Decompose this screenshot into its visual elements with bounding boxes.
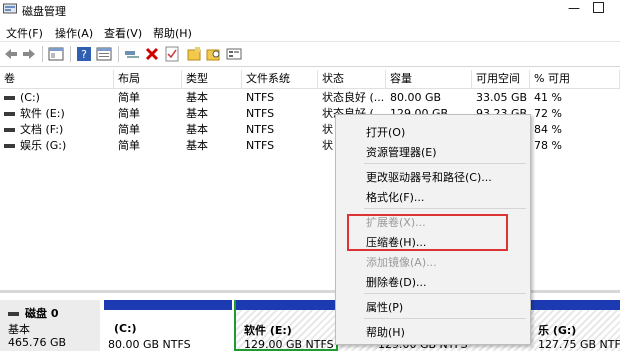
menu-help[interactable]: 帮助(H)	[153, 25, 192, 41]
toolbar-separator	[70, 46, 71, 62]
disk-list-icon[interactable]	[226, 46, 242, 62]
layout-value: 简单	[118, 123, 140, 136]
menu-separator	[364, 208, 526, 209]
menu-separator	[364, 163, 526, 164]
partition-size: 129.00 GB NTFS	[244, 338, 334, 351]
partition-bar	[236, 300, 336, 310]
disk-title-text: 磁盘 0	[25, 307, 59, 320]
partition-name: 乐 (G:)	[538, 324, 577, 337]
menu-item-help[interactable]: 帮助(H)	[366, 324, 405, 340]
col-filesystem[interactable]: 文件系统	[242, 70, 318, 88]
type-value: 基本	[186, 123, 208, 136]
menu-bar: 文件(F) 操作(A) 查看(V) 帮助(H)	[0, 22, 620, 40]
back-arrow-icon[interactable]	[3, 46, 19, 62]
capacity-value: 80.00 GB	[390, 91, 442, 104]
col-status[interactable]: 状态	[318, 70, 386, 88]
maximize-button[interactable]	[593, 2, 604, 13]
menu-file[interactable]: 文件(F)	[6, 25, 43, 41]
menu-item-delete-volume[interactable]: 删除卷(D)...	[366, 274, 427, 290]
volume-name: (C:)	[20, 91, 40, 104]
type-value: 基本	[186, 91, 208, 104]
col-percent-free[interactable]: % 可用	[530, 70, 620, 88]
menu-item-properties[interactable]: 属性(P)	[366, 299, 403, 315]
svg-text:?: ?	[81, 48, 87, 61]
new-folder-icon[interactable]	[186, 46, 202, 62]
volume-icon	[4, 144, 15, 148]
volume-icon	[4, 96, 15, 100]
percent-free-value: 41 %	[534, 91, 562, 104]
layout-value: 简单	[118, 91, 140, 104]
partition-c[interactable]: (C:) 80.00 GB NTFS	[104, 300, 232, 351]
filesystem-value: NTFS	[246, 139, 275, 152]
partition-name: (C:)	[114, 322, 137, 335]
checklist-icon[interactable]	[164, 46, 180, 62]
col-type[interactable]: 类型	[182, 70, 242, 88]
col-free-space[interactable]: 可用空间	[472, 70, 530, 88]
forward-arrow-icon[interactable]	[21, 46, 37, 62]
percent-free-value: 78 %	[534, 139, 562, 152]
partition-bar	[534, 300, 620, 310]
type-value: 基本	[186, 139, 208, 152]
disk-icon	[8, 312, 19, 316]
menu-action[interactable]: 操作(A)	[55, 25, 93, 41]
partition-g[interactable]: 乐 (G:) 127.75 GB NTFS	[534, 300, 620, 351]
volume-icon	[4, 112, 15, 116]
volume-name: 娱乐 (G:)	[20, 139, 67, 152]
partition-size: 127.75 GB NTFS	[538, 338, 620, 351]
volume-table-header: 卷 布局 类型 文件系统 状态 容量 可用空间 % 可用	[0, 70, 620, 89]
menu-item-add-mirror: 添加镜像(A)...	[366, 256, 437, 269]
menu-item-open[interactable]: 打开(O)	[366, 124, 405, 140]
console-tree-icon[interactable]	[48, 46, 64, 62]
status-value: 状	[322, 123, 333, 136]
properties-icon[interactable]	[96, 46, 112, 62]
disk-size: 465.76 GB	[8, 336, 67, 349]
free-space-value: 33.05 GB	[476, 91, 528, 104]
partition-e[interactable]: 软件 (E:) 129.00 GB NTFS	[234, 300, 338, 351]
filesystem-value: NTFS	[246, 123, 275, 136]
partition-bar	[104, 300, 232, 310]
filesystem-value: NTFS	[246, 107, 275, 120]
col-capacity[interactable]: 容量	[386, 70, 472, 88]
minimize-button[interactable]: —	[562, 0, 586, 18]
toolbar: ?	[0, 41, 620, 67]
layout-value: 简单	[118, 139, 140, 152]
menu-item-change-drive-letter[interactable]: 更改驱动器号和路径(C)...	[366, 169, 492, 185]
delete-icon[interactable]	[144, 46, 160, 62]
col-layout[interactable]: 布局	[114, 70, 182, 88]
volume-name: 文档 (F:)	[20, 123, 64, 136]
title-bar	[0, 0, 620, 20]
percent-free-value: 84 %	[534, 123, 562, 136]
menu-view[interactable]: 查看(V)	[104, 25, 142, 41]
annotation-highlight-box	[347, 214, 508, 251]
disk-kind: 基本	[8, 323, 30, 336]
menu-item-explorer[interactable]: 资源管理器(E)	[366, 144, 437, 160]
disk-management-app-icon	[3, 3, 17, 14]
table-row[interactable]: (C:) 简单 基本 NTFS 状态良好 (... 80.00 GB 33.05…	[0, 90, 620, 106]
type-value: 基本	[186, 107, 208, 120]
col-volume[interactable]: 卷	[0, 70, 114, 88]
menu-separator	[364, 293, 526, 294]
disk-title: 磁盘 0	[8, 305, 58, 321]
menu-separator	[364, 318, 526, 319]
partition-size: 80.00 GB NTFS	[108, 338, 191, 351]
window-title: 磁盘管理	[22, 5, 66, 18]
layout-value: 简单	[118, 107, 140, 120]
help-icon[interactable]: ?	[76, 46, 92, 62]
volume-icon	[4, 128, 15, 132]
partition-name: 软件 (E:)	[244, 324, 292, 337]
search-folder-icon[interactable]	[206, 46, 222, 62]
volume-name: 软件 (E:)	[20, 107, 65, 120]
status-value: 状	[322, 139, 333, 152]
menu-item-format[interactable]: 格式化(F)...	[366, 189, 424, 205]
toolbar-separator	[42, 46, 43, 62]
status-value: 状态良好 (...	[322, 91, 385, 104]
percent-free-value: 72 %	[534, 107, 562, 120]
toolbar-separator	[118, 46, 119, 62]
filesystem-value: NTFS	[246, 91, 275, 104]
connect-icon[interactable]	[124, 46, 140, 62]
